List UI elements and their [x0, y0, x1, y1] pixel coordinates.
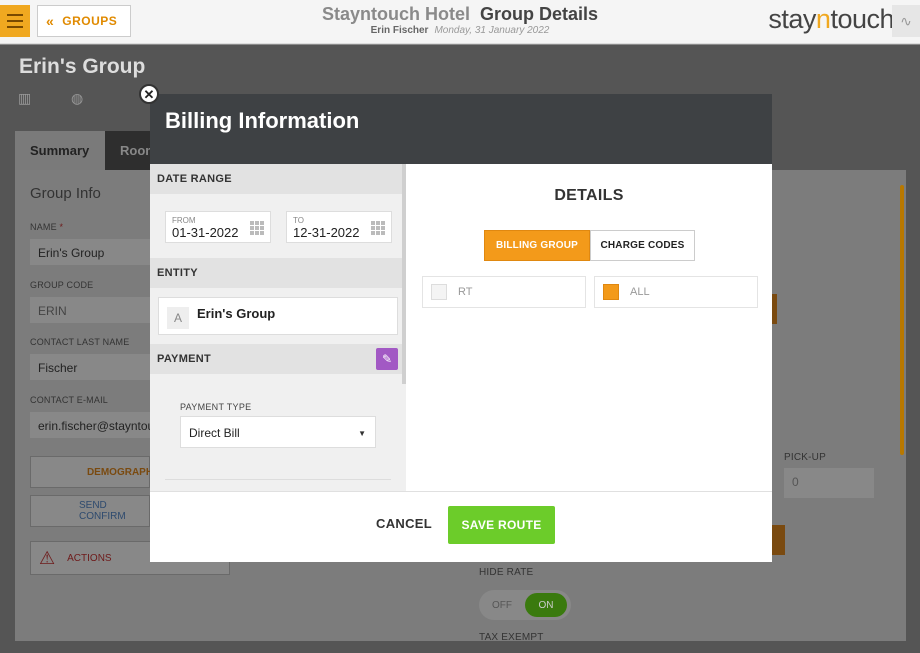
tab-summary[interactable]: Summary: [15, 131, 105, 170]
group-name-heading: Erin's Group: [19, 55, 146, 78]
calendar-icon: [371, 221, 385, 235]
cancel-button[interactable]: CANCEL: [376, 516, 432, 531]
group-code-field[interactable]: ERIN: [30, 297, 150, 323]
contact-last-name-label: CONTACT LAST NAME: [30, 337, 130, 347]
entity-header: ENTITY: [150, 258, 402, 288]
checkbox-unchecked-icon[interactable]: [431, 284, 447, 300]
contact-email-label: CONTACT E-MAIL: [30, 395, 108, 405]
payment-type-value: Direct Bill: [189, 426, 240, 440]
modal-title: Billing Information: [165, 108, 360, 133]
group-info-heading: Group Info: [30, 185, 101, 202]
charge-code-label: ALL: [630, 286, 650, 298]
hide-rate-toggle[interactable]: OFF ON: [479, 590, 571, 620]
user-name: Erin Fischer: [370, 25, 429, 36]
close-icon[interactable]: ✕: [139, 84, 159, 104]
save-route-button[interactable]: SAVE ROUTE: [448, 506, 555, 544]
pickup-field[interactable]: 0: [784, 468, 874, 498]
tax-exempt-label: TAX EXEMPT: [479, 632, 544, 643]
stayntouch-logo: stayntouch: [768, 4, 894, 34]
contact-last-name-field[interactable]: Fischer: [30, 354, 150, 380]
caret-down-icon: ▼: [358, 429, 366, 438]
page-title: Group Details: [479, 4, 599, 24]
edit-pencil-icon[interactable]: ✎: [376, 348, 398, 370]
calendar-icon: [250, 221, 264, 235]
globe-icon[interactable]: ◍: [71, 90, 83, 107]
details-pane: DETAILS BILLING GROUP CHARGE CODES RT AL…: [406, 164, 772, 491]
modal-footer: CANCEL SAVE ROUTE: [150, 491, 772, 562]
divider: [165, 479, 391, 480]
group-code-label: GROUP CODE: [30, 280, 94, 290]
from-date-field[interactable]: FROM 01-31-2022: [165, 211, 271, 243]
actions-label: ACTIONS: [67, 552, 112, 564]
charge-code-rt[interactable]: RT: [422, 276, 586, 308]
group-name-field[interactable]: Erin's Group: [30, 239, 150, 265]
activity-pulse-icon[interactable]: ∿: [892, 5, 920, 37]
warning-icon: ⚠: [39, 547, 56, 568]
send-confirmation-button[interactable]: SEND CONFIRM: [30, 495, 150, 527]
payment-header: PAYMENT: [150, 344, 402, 374]
business-date: Monday, 31 January 2022: [434, 25, 550, 36]
toggle-off-label: OFF: [492, 599, 512, 611]
payment-type-label: PAYMENT TYPE: [180, 402, 252, 412]
entity-name: Erin's Group: [197, 306, 276, 321]
date-range-header: DATE RANGE: [150, 164, 402, 194]
modal-header: Billing Information: [150, 94, 772, 164]
page-scrollbar[interactable]: [900, 185, 904, 455]
details-title: DETAILS: [554, 187, 624, 204]
hotel-name: Stayntouch Hotel: [321, 4, 470, 24]
orange-action-edge: [772, 294, 777, 324]
tab-rooms[interactable]: Room: [105, 131, 157, 170]
toggle-on-label: ON: [525, 593, 567, 617]
to-date-field[interactable]: TO 12-31-2022: [286, 211, 392, 243]
orange-button-edge[interactable]: [772, 525, 785, 555]
contact-email-field[interactable]: erin.fischer@stayntou: [30, 412, 150, 438]
demographics-button[interactable]: DEMOGRAPH: [30, 456, 153, 488]
name-label: NAME *: [30, 222, 64, 232]
hide-rate-label: HIDE RATE: [479, 567, 534, 578]
payment-type-select[interactable]: Direct Bill ▼: [180, 416, 376, 448]
pickup-label: PICK-UP: [784, 452, 826, 463]
billing-information-modal: Billing Information DATE RANGE ENTITY PA…: [150, 94, 772, 562]
charge-code-label: RT: [458, 286, 473, 298]
entity-type-badge: A: [167, 307, 189, 329]
top-bar: « GROUPS Stayntouch Hotel Group Details E…: [0, 0, 920, 44]
checkbox-checked-icon[interactable]: [603, 284, 619, 300]
charge-codes-tab[interactable]: CHARGE CODES: [590, 230, 695, 261]
entity-card[interactable]: A Erin's Group: [158, 297, 398, 335]
building-icon[interactable]: ▥: [18, 90, 31, 107]
charge-code-all[interactable]: ALL: [594, 276, 758, 308]
billing-group-tab[interactable]: BILLING GROUP: [484, 230, 590, 261]
